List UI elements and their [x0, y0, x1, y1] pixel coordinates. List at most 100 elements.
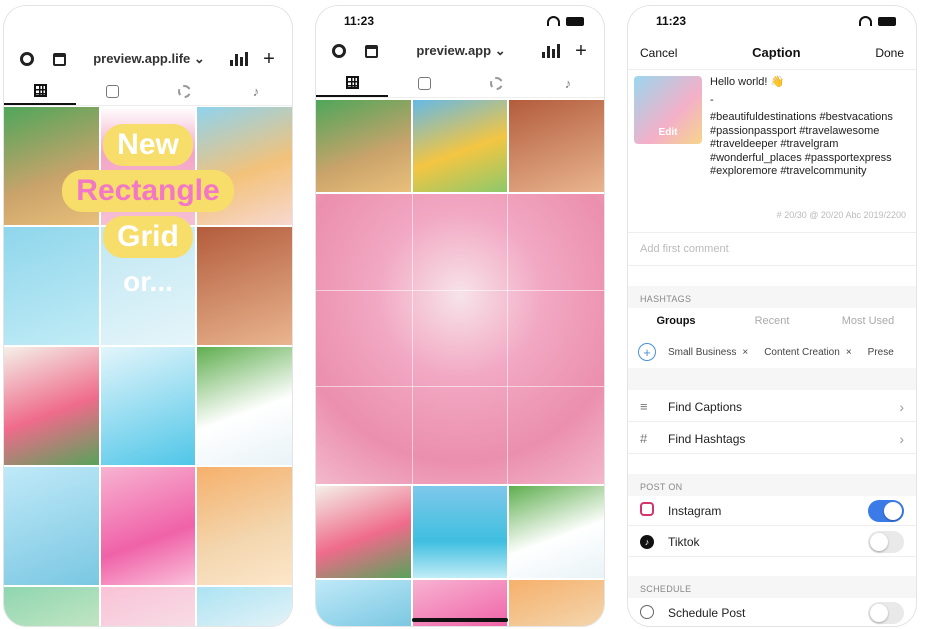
caption-line: #beautifuldestinations #bestvacations	[710, 111, 893, 123]
segment-most-used[interactable]: Most Used	[820, 308, 916, 334]
grid-photo[interactable]	[412, 486, 508, 578]
gear-icon[interactable]	[16, 48, 38, 70]
home-indicator	[412, 618, 508, 622]
phone-screen-caption: 11:23 Cancel Caption Done Edit Hello wor…	[628, 6, 916, 626]
grid-icon	[33, 84, 47, 97]
grid-photo[interactable]	[100, 467, 196, 585]
calendar-icon[interactable]	[360, 40, 382, 62]
plus-icon[interactable]: +	[570, 40, 592, 62]
account-switcher[interactable]: preview.app.life ⌄	[70, 51, 228, 67]
bar-chart-icon[interactable]	[540, 40, 562, 62]
tab-grid[interactable]	[316, 70, 388, 97]
tab-stories[interactable]	[148, 78, 220, 105]
top-bar: preview.app.life ⌄ +	[4, 42, 292, 76]
chevron-right-icon: ›	[899, 430, 904, 447]
grid-photo[interactable]	[316, 580, 411, 626]
caption-text[interactable]: Hello world! 👋 - #beautifuldestinations …	[702, 76, 893, 204]
schedule-post-row: Schedule Post	[628, 598, 916, 626]
tiktok-row: ♪ Tiktok	[628, 527, 916, 557]
grid-photo[interactable]	[4, 467, 99, 585]
view-tabs: ♪	[4, 78, 292, 106]
find-hashtags-label: Find Hashtags	[668, 431, 746, 446]
tiktok-toggle[interactable]	[868, 530, 904, 553]
find-hashtags-row[interactable]: # Find Hashtags ›	[628, 424, 916, 454]
close-icon[interactable]: ×	[742, 347, 748, 358]
grid-photo[interactable]	[509, 580, 604, 626]
status-time: 11:23	[656, 14, 687, 28]
grid-photo[interactable]	[197, 347, 292, 465]
tab-grid[interactable]	[4, 78, 76, 105]
grid-photo[interactable]	[316, 100, 411, 192]
chevron-down-icon: ⌄	[193, 51, 205, 66]
schedule-toggle[interactable]	[868, 602, 904, 624]
tab-tiktok[interactable]: ♪	[220, 78, 292, 105]
grid-photo[interactable]	[4, 347, 99, 465]
done-button[interactable]: Done	[875, 46, 904, 60]
top-bar: preview.app ⌄ +	[316, 34, 604, 68]
post-thumbnail[interactable]: Edit	[634, 76, 702, 144]
add-group-button[interactable]: +	[638, 343, 656, 361]
gear-icon[interactable]	[328, 40, 350, 62]
grid-photo[interactable]	[197, 467, 292, 585]
hashtag-chip[interactable]: Content Creation ×	[760, 347, 855, 358]
caption-nav-bar: Cancel Caption Done	[628, 36, 916, 70]
cancel-button[interactable]: Cancel	[640, 46, 677, 60]
segment-recent[interactable]: Recent	[724, 308, 820, 334]
phone-screen-grid-preview: preview.app.life ⌄ + ♪ New Rectangle Gri…	[4, 6, 292, 626]
tab-reels[interactable]	[76, 78, 148, 105]
schedule-header: SCHEDULE	[628, 576, 916, 598]
grid-photo[interactable]	[100, 347, 196, 465]
wifi-icon	[859, 16, 872, 26]
caption-counts: # 20/30 @ 20/20 Abc 2019/2200	[776, 210, 906, 220]
hashtag-segments: Groups Recent Most Used	[628, 308, 916, 334]
status-time: 11:23	[344, 14, 375, 28]
grid-photo[interactable]	[412, 100, 508, 192]
segment-groups[interactable]: Groups	[628, 308, 724, 334]
instagram-toggle[interactable]	[868, 499, 904, 522]
caption-line: -	[710, 93, 714, 106]
hashtags-header: HASHTAGS	[628, 286, 916, 308]
reels-icon	[105, 85, 119, 98]
caption-line: #wonderful_places #passportexpress	[710, 151, 892, 164]
story-ring-icon	[489, 77, 503, 90]
caption-line: #exploremore #travelcommunity	[710, 165, 867, 177]
clock-icon	[640, 604, 654, 619]
status-bar: 11:23	[628, 6, 916, 36]
photo-row-top	[316, 100, 604, 192]
grid-photo[interactable]	[316, 486, 411, 578]
promo-banner: New Rectangle Grid or...	[34, 122, 262, 304]
instagram-icon	[640, 502, 654, 516]
grid-photo[interactable]	[100, 587, 196, 626]
grid-photo[interactable]	[509, 100, 604, 192]
chevron-down-icon: ⌄	[494, 43, 506, 58]
plus-icon[interactable]: +	[258, 48, 280, 70]
hashtag-chip[interactable]: Small Business ×	[664, 347, 752, 358]
grid-icon	[345, 76, 359, 89]
photo-row-bottom	[316, 486, 604, 626]
find-captions-row[interactable]: ≡ Find Captions ›	[628, 392, 916, 422]
grid-photo[interactable]	[197, 587, 292, 626]
tab-stories[interactable]	[460, 70, 532, 97]
caption-line: #traveldeeper #travelgram	[710, 138, 839, 150]
spacer	[628, 368, 916, 390]
page-title: Caption	[752, 45, 801, 60]
find-captions-label: Find Captions	[668, 399, 743, 414]
grid-photo[interactable]	[509, 486, 604, 578]
first-comment-input[interactable]: Add first comment	[628, 232, 916, 266]
tab-reels[interactable]	[388, 70, 460, 97]
rectangle-grid-image[interactable]	[316, 194, 604, 484]
wifi-icon	[547, 16, 560, 26]
tab-tiktok[interactable]: ♪	[532, 70, 604, 97]
reels-icon	[417, 77, 431, 90]
calendar-icon[interactable]	[48, 48, 70, 70]
tiktok-icon: ♪	[640, 534, 654, 549]
account-switcher[interactable]: preview.app ⌄	[382, 43, 540, 59]
caption-line: Hello world! 👋	[710, 76, 785, 88]
close-icon[interactable]: ×	[846, 347, 852, 358]
bar-chart-icon[interactable]	[228, 48, 250, 70]
hashtag-chip[interactable]: Prese	[864, 347, 898, 358]
post-on-header: POST ON	[628, 474, 916, 496]
hashtag-icon: #	[640, 431, 648, 446]
tiktok-icon: ♪	[564, 76, 572, 91]
grid-photo[interactable]	[4, 587, 99, 626]
